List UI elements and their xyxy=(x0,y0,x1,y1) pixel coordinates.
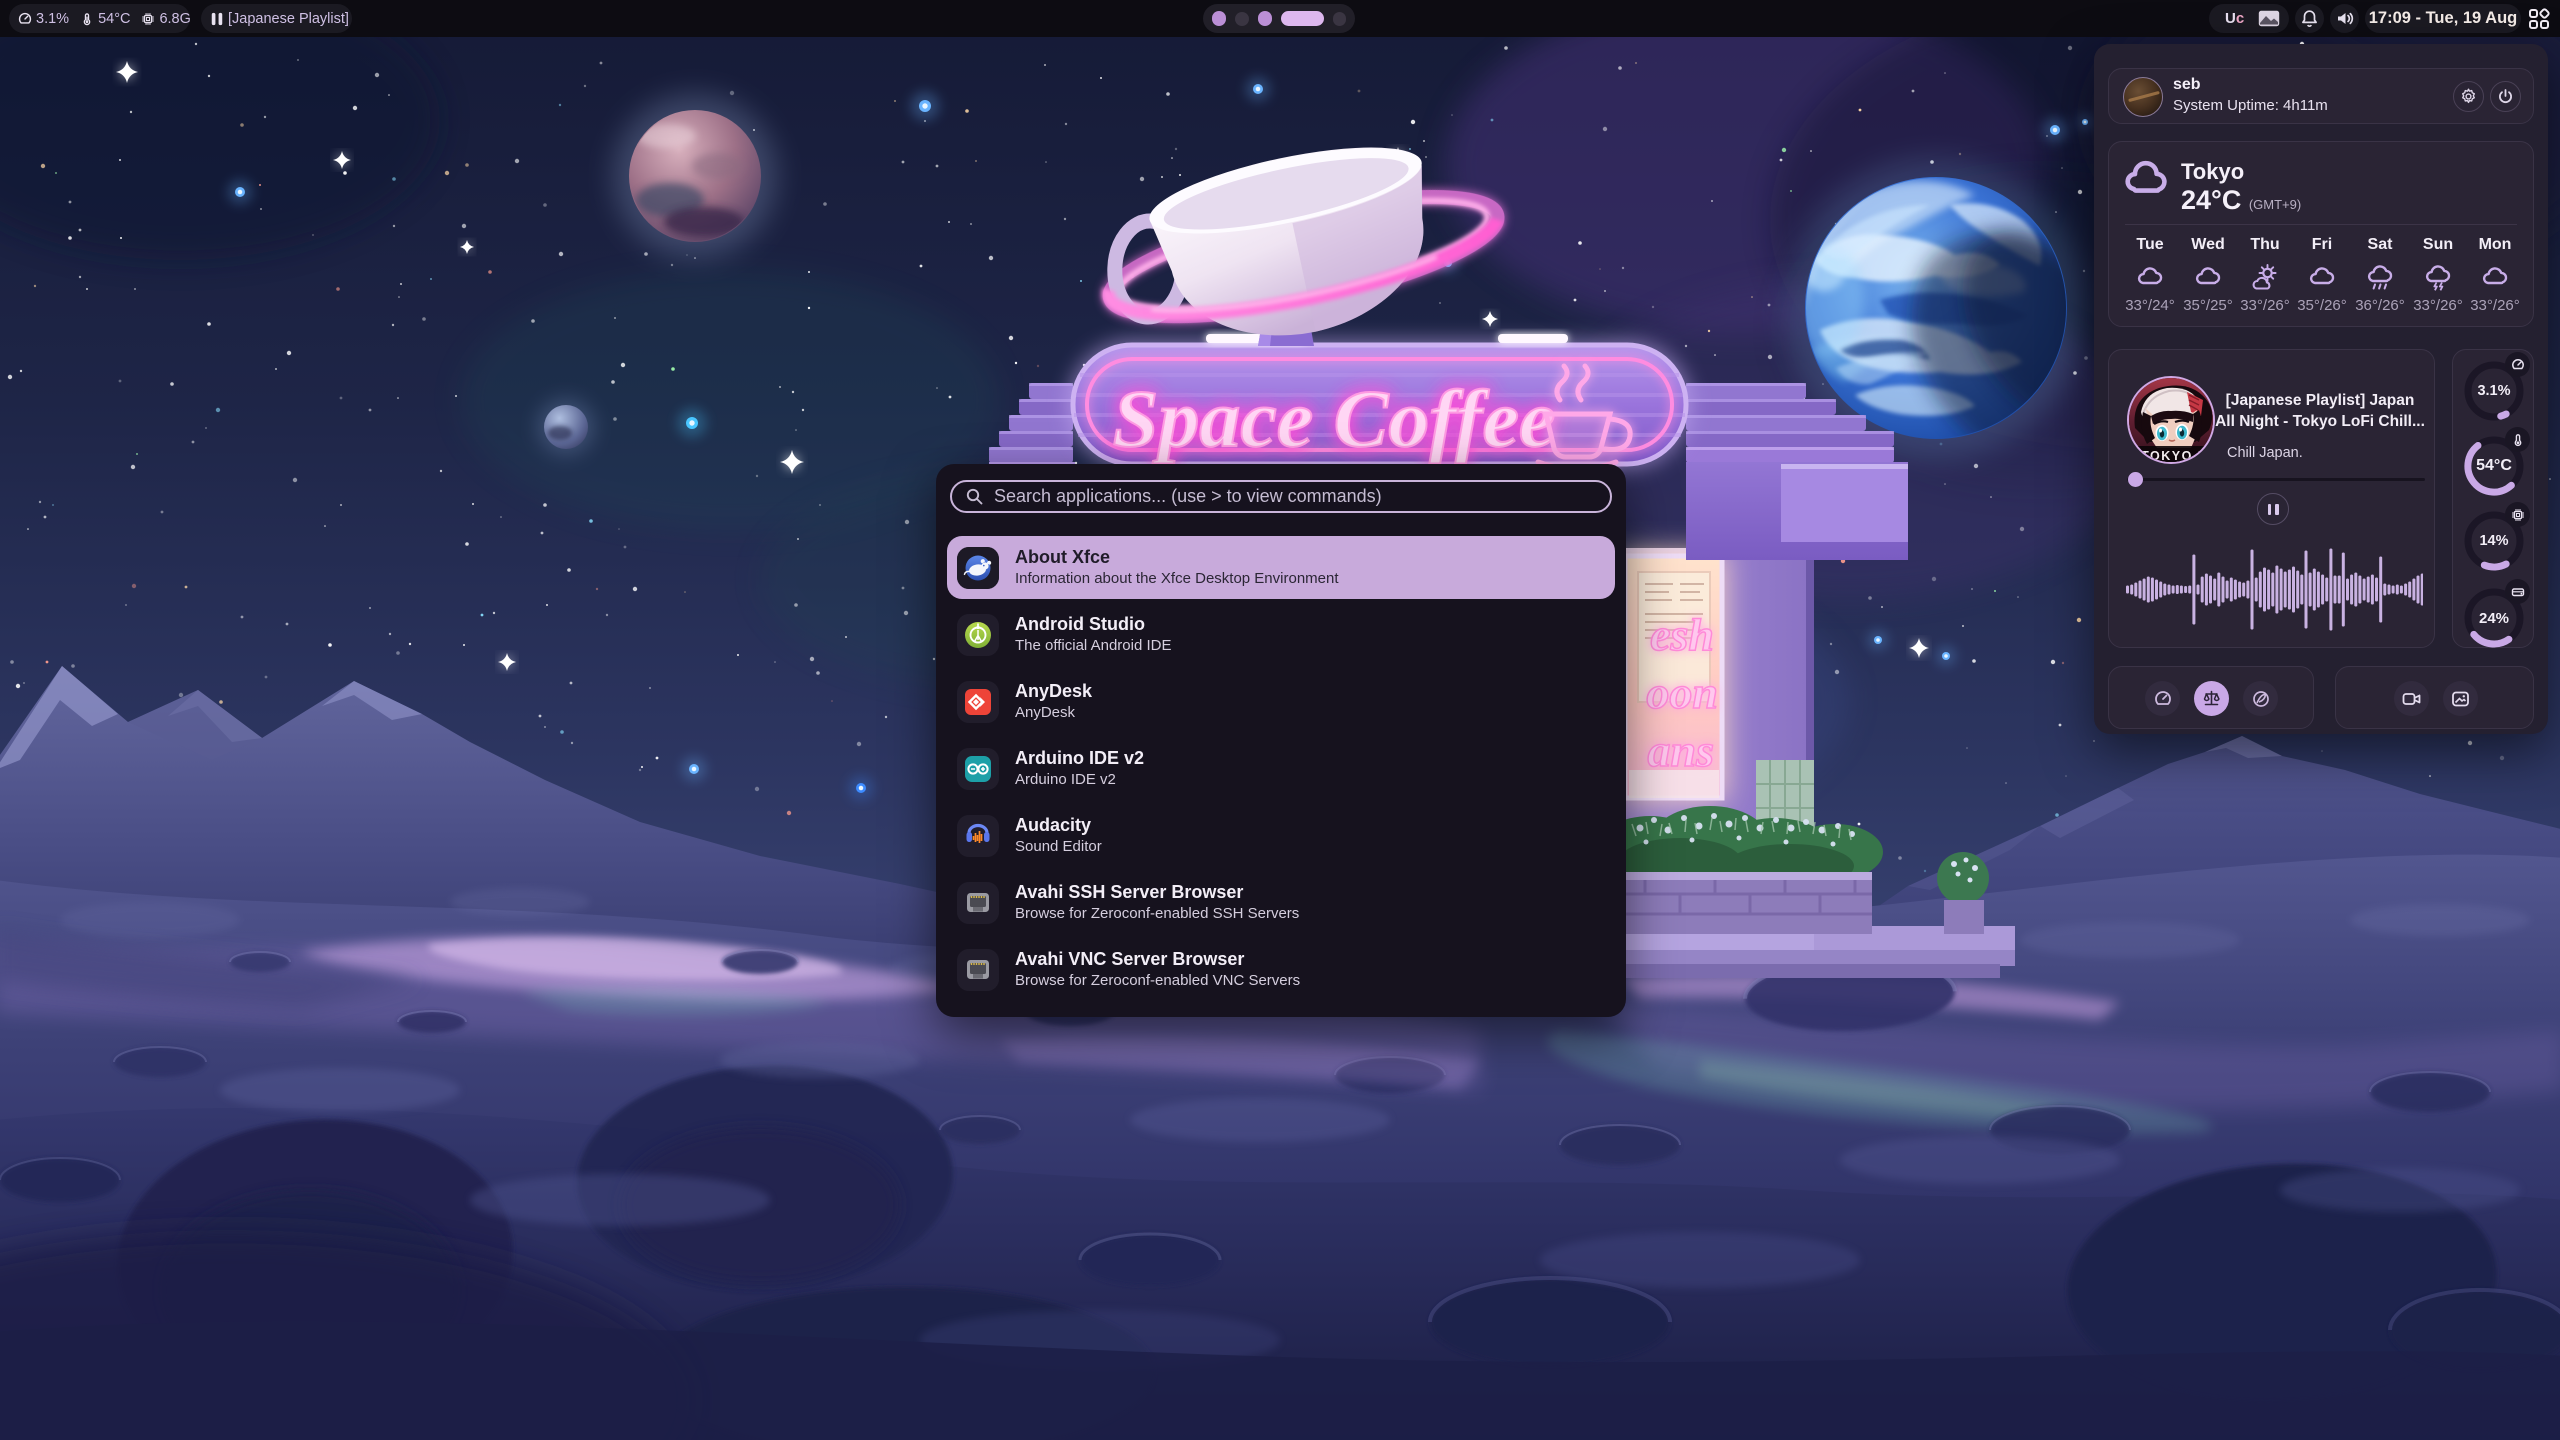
svg-text:Space Coffee: Space Coffee xyxy=(1113,373,1556,464)
svg-text:TOKYO L: TOKYO L xyxy=(2141,449,2207,463)
svg-text:oon: oon xyxy=(1646,667,1718,718)
svg-text:esh: esh xyxy=(1650,609,1714,660)
svg-text:ans: ans xyxy=(1648,725,1714,776)
